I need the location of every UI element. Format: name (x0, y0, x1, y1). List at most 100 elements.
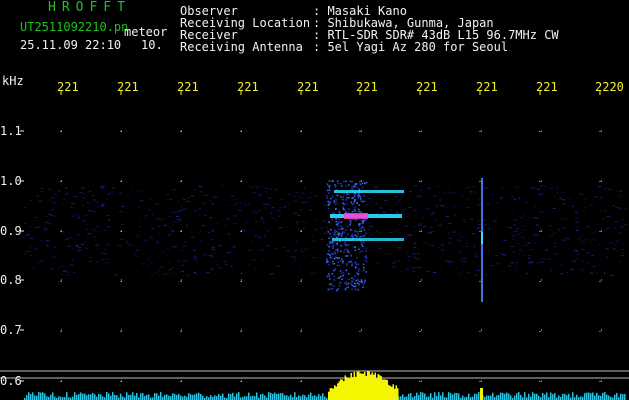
noise-speck (129, 195, 131, 197)
noise-speck (301, 192, 305, 194)
noise-speck (621, 248, 624, 250)
noise-speck (508, 227, 512, 229)
noise-speck (181, 209, 184, 211)
noise-speck (525, 201, 528, 203)
echo-speck (334, 267, 337, 270)
noise-speck (619, 191, 623, 193)
level-bar-peak (386, 379, 388, 400)
echo-speck (334, 186, 337, 188)
level-bar-peak (362, 373, 364, 400)
noise-speck (45, 221, 49, 223)
noise-speck (309, 262, 312, 264)
echo-speck (340, 244, 343, 247)
echo-speck (330, 236, 332, 239)
noise-speck (39, 260, 44, 262)
noise-speck (426, 270, 430, 272)
echo-speck (347, 244, 350, 246)
noise-speck (312, 257, 316, 258)
time-tick-label: 221 (416, 80, 438, 94)
level-bar (136, 393, 138, 400)
noise-speck (147, 209, 151, 211)
noise-speck (41, 187, 44, 189)
noise-speck (146, 265, 148, 267)
level-bar-peak (371, 372, 373, 400)
noise-speck (605, 248, 609, 250)
echo-speck (348, 197, 350, 199)
noise-speck (523, 229, 526, 231)
noise-speck (62, 203, 64, 205)
noise-speck (50, 224, 52, 226)
noise-speck (620, 226, 624, 228)
echo-speck (338, 210, 341, 213)
noise-speck (394, 195, 398, 197)
echo-speck (335, 249, 337, 251)
noise-speck (619, 232, 622, 234)
noise-speck (67, 245, 72, 247)
noise-speck (550, 269, 552, 271)
echo-speck (350, 260, 352, 263)
noise-speck (441, 249, 444, 251)
noise-speck (181, 264, 184, 266)
level-bar (608, 395, 610, 400)
level-bar-peak (346, 377, 348, 400)
echo-speck (332, 212, 334, 214)
echo-speck (340, 250, 342, 252)
noise-speck (376, 262, 379, 264)
noise-speck (257, 249, 261, 251)
noise-speck (515, 186, 520, 188)
noise-speck (404, 208, 407, 210)
level-bar (196, 393, 198, 400)
noise-speck (426, 207, 430, 209)
noise-speck (187, 197, 190, 199)
echo-speck (341, 198, 344, 201)
noise-speck (542, 258, 547, 260)
echo-speck (341, 185, 343, 187)
noise-speck (539, 211, 543, 213)
level-bar (110, 395, 112, 400)
noise-speck (524, 241, 526, 243)
level-bar (90, 394, 92, 400)
level-bar (244, 396, 246, 400)
echo-speck (354, 234, 356, 236)
level-bar (324, 396, 326, 400)
noise-speck (42, 196, 44, 198)
noise-speck (92, 229, 96, 231)
echo-speck (335, 198, 337, 200)
noise-speck (311, 247, 314, 249)
level-bar (88, 394, 90, 400)
level-bar (184, 395, 186, 400)
noise-speck (104, 249, 107, 251)
noise-speck (210, 268, 214, 270)
noise-speck (614, 243, 617, 245)
noise-speck (309, 209, 313, 211)
echo-speck (360, 200, 362, 202)
noise-speck (83, 268, 85, 270)
noise-speck (271, 207, 275, 209)
noise-speck (62, 198, 67, 200)
echo-speck (344, 241, 346, 243)
noise-speck (25, 251, 29, 252)
level-bar (592, 392, 594, 400)
level-bar (604, 392, 606, 400)
noise-speck (561, 198, 564, 200)
noise-speck (452, 192, 456, 194)
echo-speck (329, 201, 331, 204)
level-bar (422, 392, 424, 400)
level-bar (42, 392, 44, 400)
noise-speck (147, 258, 150, 260)
noise-speck (565, 218, 568, 220)
noise-speck (157, 226, 161, 227)
noise-speck (457, 239, 461, 241)
noise-speck (507, 265, 512, 267)
noise-speck (605, 256, 608, 258)
echo-speck (361, 186, 364, 189)
noise-speck (61, 231, 65, 233)
level-bar (600, 395, 602, 400)
noise-speck (25, 234, 30, 236)
noise-speck (423, 226, 425, 228)
freq-tick-label: 0.9 (0, 224, 22, 238)
echo-speck (363, 269, 365, 271)
level-bar (400, 396, 402, 400)
noise-speck (193, 258, 198, 260)
noise-speck (58, 190, 62, 192)
